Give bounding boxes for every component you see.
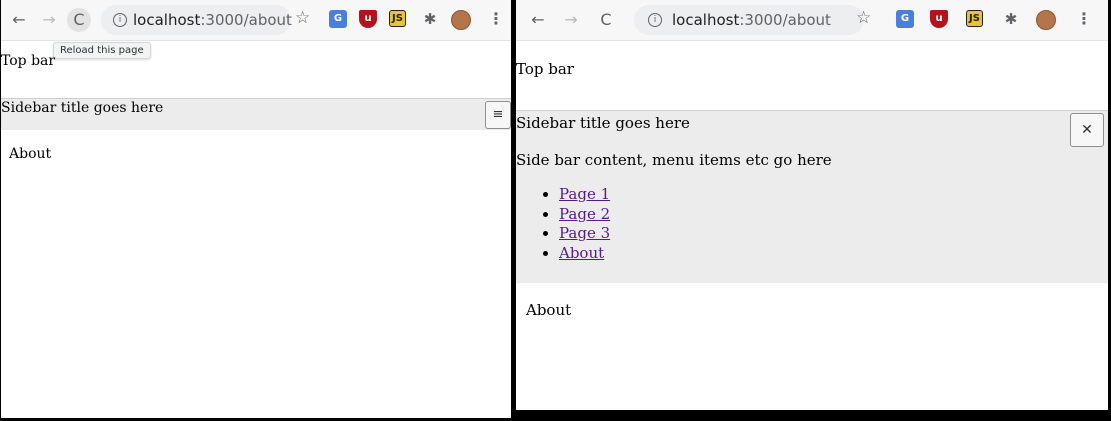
js-extension-icon[interactable]: JS (389, 10, 406, 27)
translate-extension-icon[interactable]: G (329, 10, 347, 28)
browser-menu-icon[interactable]: ⋮ (488, 10, 504, 28)
close-icon[interactable]: ✕ (1070, 113, 1104, 147)
sidebar-menu-item: Page 3 (559, 224, 610, 244)
url-text: localhost:3000/about (672, 11, 831, 29)
forward-button[interactable]: → (561, 9, 581, 31)
main-content-about: About (526, 301, 572, 319)
translate-extension-icon[interactable]: G (896, 10, 914, 28)
extensions-puzzle-icon[interactable]: ✱ (421, 10, 439, 28)
sidebar-content-text: Side bar content, menu items etc go here (516, 151, 832, 169)
forward-button[interactable]: → (39, 9, 59, 31)
profile-avatar-icon[interactable] (1036, 10, 1056, 30)
sidebar: Sidebar title goes here ✕ Side bar conte… (516, 110, 1108, 283)
sidebar-link-about[interactable]: About (559, 244, 604, 262)
address-bar[interactable]: i localhost:3000/about (101, 5, 292, 35)
reload-tooltip: Reload this page (53, 42, 151, 59)
reload-button[interactable]: C (67, 8, 91, 32)
url-text: localhost:3000/about (133, 11, 292, 29)
top-bar: Top bar (516, 60, 574, 78)
sidebar-link-page-1[interactable]: Page 1 (559, 185, 610, 203)
left-browser-window: ← → C i localhost:3000/about ☆ G u JS ✱ … (1, 0, 511, 418)
browser-toolbar: ← → C i localhost:3000/about ☆ G u JS ✱ … (1, 0, 511, 41)
main-content-about: About (9, 146, 52, 162)
sidebar-menu: Page 1 Page 2 Page 3 About (516, 185, 610, 263)
extensions-puzzle-icon[interactable]: ✱ (1002, 10, 1020, 28)
ublock-extension-icon[interactable]: u (930, 10, 948, 28)
browser-toolbar: ← → C i localhost:3000/about ☆ G u JS ✱ … (516, 0, 1108, 41)
right-browser-window: ← → C i localhost:3000/about ☆ G u JS ✱ … (516, 0, 1108, 410)
ublock-extension-icon[interactable]: u (359, 10, 377, 28)
sidebar-menu-item: Page 1 (559, 185, 610, 205)
sidebar-link-page-2[interactable]: Page 2 (559, 205, 610, 223)
site-info-icon[interactable]: i (648, 13, 662, 27)
sidebar-title: Sidebar title goes here (516, 114, 690, 132)
reload-button[interactable]: C (596, 9, 616, 31)
sidebar-link-page-3[interactable]: Page 3 (559, 224, 610, 242)
hamburger-icon[interactable]: ≡ (485, 101, 511, 129)
sidebar-menu-item: About (559, 244, 610, 264)
js-extension-icon[interactable]: JS (966, 10, 983, 27)
top-bar: Top bar (1, 53, 56, 69)
site-info-icon[interactable]: i (113, 13, 127, 27)
back-button[interactable]: ← (9, 9, 29, 31)
sidebar-menu-item: Page 2 (559, 205, 610, 225)
profile-avatar-icon[interactable] (451, 10, 471, 30)
bookmark-star-icon[interactable]: ☆ (856, 8, 871, 28)
bookmark-star-icon[interactable]: ☆ (295, 8, 310, 28)
sidebar-title: Sidebar title goes here (1, 100, 164, 116)
address-bar[interactable]: i localhost:3000/about (634, 5, 864, 35)
sidebar: Sidebar title goes here ≡ (1, 98, 511, 130)
browser-menu-icon[interactable]: ⋮ (1076, 10, 1092, 28)
back-button[interactable]: ← (528, 9, 548, 31)
